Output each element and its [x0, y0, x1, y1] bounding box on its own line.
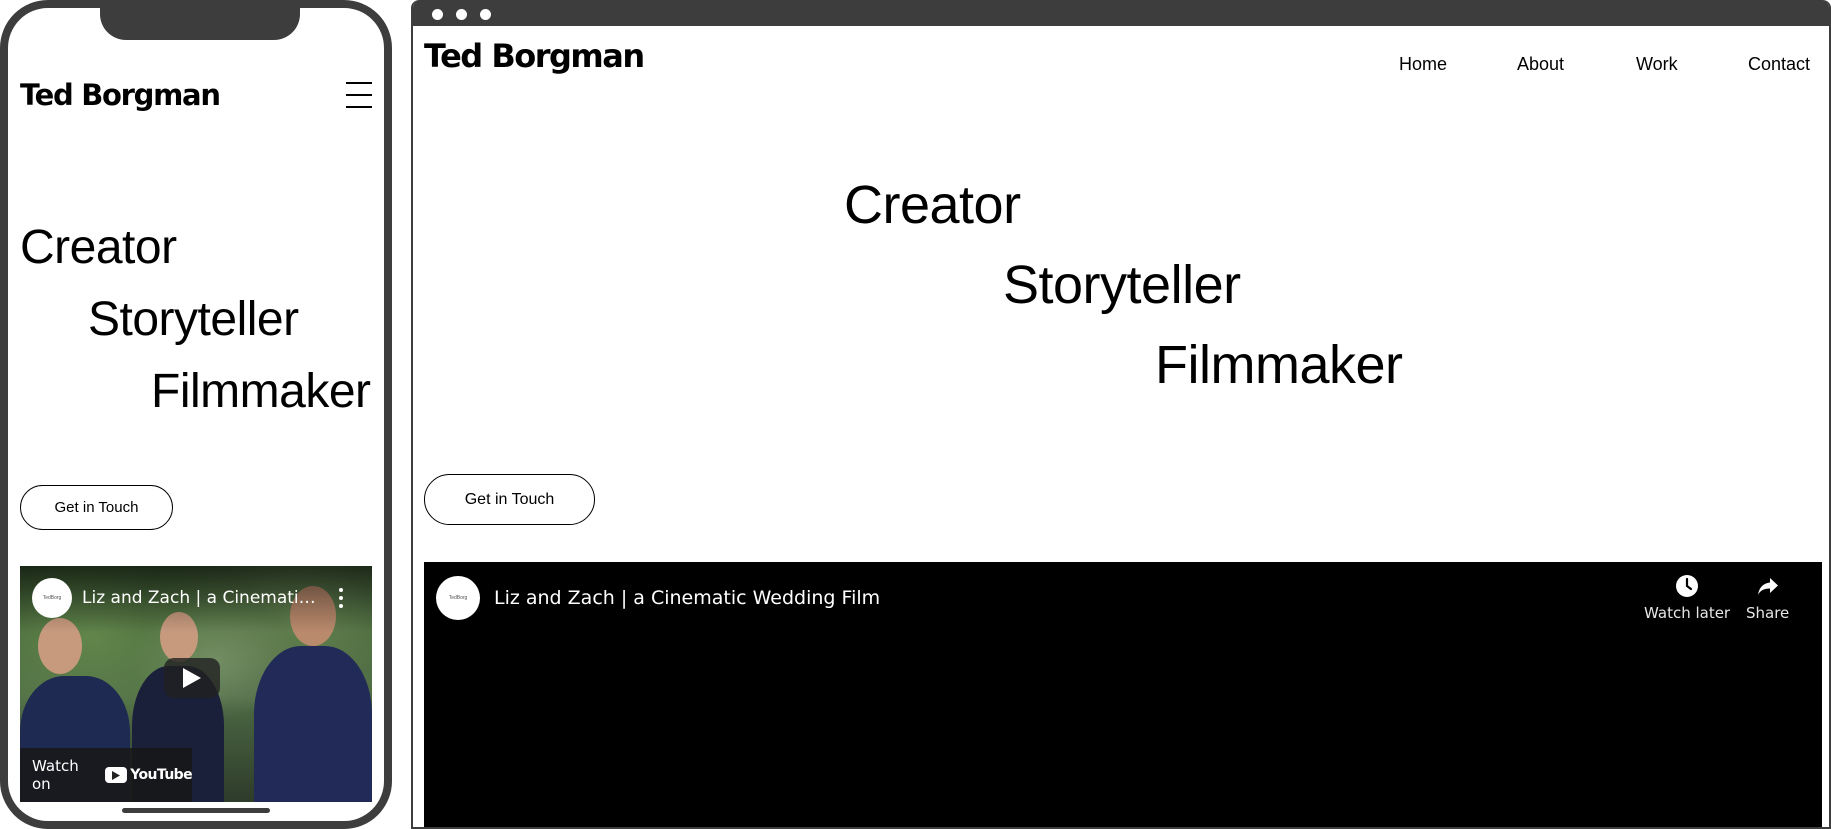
- share-arrow-icon: [1757, 578, 1778, 595]
- channel-avatar[interactable]: TedBorg: [436, 576, 480, 620]
- mobile-hero-line-creator: Creator: [20, 221, 177, 274]
- window-dot-icon: [432, 9, 443, 20]
- browser-title-bar: [413, 0, 1829, 26]
- video-embed[interactable]: TedBorg Liz and Zach | a Cinematic Weddi…: [424, 562, 1822, 827]
- watch-later-button[interactable]: Watch later: [1644, 574, 1730, 622]
- hero-line-filmmaker: Filmmaker: [1155, 335, 1403, 395]
- mobile-site-logo[interactable]: Ted Borgman: [20, 78, 221, 112]
- mobile-hero-line-filmmaker: Filmmaker: [151, 365, 371, 418]
- watch-later-label: Watch later: [1644, 604, 1731, 622]
- window-dot-icon: [456, 9, 467, 20]
- nav-home[interactable]: Home: [1399, 54, 1447, 75]
- watch-on-youtube-button[interactable]: Watch on YouTube: [20, 748, 193, 802]
- desktop-preview-frame: Ted Borgman Home About Work Contact Crea…: [411, 0, 1831, 829]
- youtube-logo: YouTube: [105, 767, 193, 783]
- mobile-video-embed[interactable]: TedBorg Liz and Zach | a Cinematic Weddi…: [20, 566, 372, 802]
- share-button[interactable]: Share: [1746, 574, 1789, 622]
- kebab-menu-icon[interactable]: [338, 588, 344, 608]
- play-icon[interactable]: [164, 658, 220, 698]
- window-dot-icon: [480, 9, 491, 20]
- phone-notch: [100, 8, 300, 40]
- site-logo[interactable]: Ted Borgman: [424, 37, 645, 75]
- mobile-video-title[interactable]: Liz and Zach | a Cinematic Wedding Film: [82, 588, 322, 608]
- get-in-touch-button[interactable]: Get in Touch: [424, 474, 595, 525]
- hero-line-creator: Creator: [844, 175, 1021, 235]
- nav-about[interactable]: About: [1517, 54, 1564, 75]
- share-label: Share: [1746, 604, 1790, 622]
- nav-contact[interactable]: Contact: [1748, 54, 1810, 75]
- watch-on-label: Watch on: [32, 757, 79, 793]
- hamburger-menu-icon[interactable]: [346, 82, 372, 108]
- video-title[interactable]: Liz and Zach | a Cinematic Wedding Film: [494, 587, 880, 609]
- clock-icon: [1676, 575, 1699, 597]
- video-thumbnail-figure: [254, 646, 372, 802]
- mobile-hero-line-storyteller: Storyteller: [88, 293, 299, 346]
- mobile-get-in-touch-button[interactable]: Get in Touch: [20, 485, 173, 530]
- channel-avatar[interactable]: TedBorg: [32, 578, 72, 618]
- mobile-preview-frame: Ted Borgman Creator Storyteller Filmmake…: [0, 0, 392, 829]
- youtube-wordmark: YouTube: [130, 767, 192, 783]
- phone-home-indicator: [122, 808, 270, 813]
- nav-work[interactable]: Work: [1636, 54, 1678, 75]
- youtube-play-icon: [105, 767, 128, 783]
- hero-line-storyteller: Storyteller: [1003, 255, 1241, 315]
